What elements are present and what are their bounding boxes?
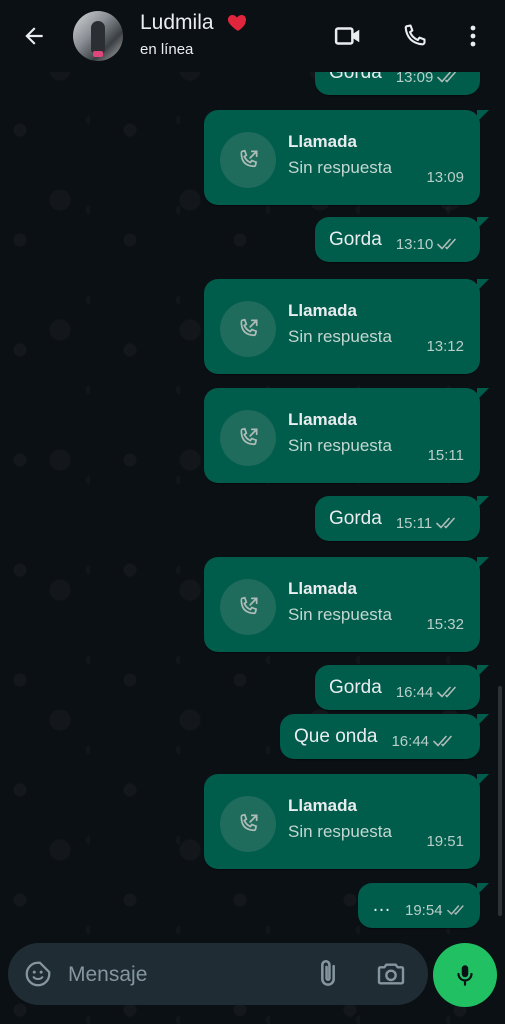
call-title: Llamada (288, 579, 357, 598)
message-time: 16:44 (395, 684, 434, 701)
missed-call-bubble[interactable]: Llamada Sin respuesta 19:51 (204, 774, 489, 869)
sticker-emoji-icon[interactable] (23, 959, 53, 989)
contact-name[interactable]: Ludmila (140, 11, 214, 35)
attach-icon[interactable] (311, 957, 345, 991)
outgoing-call-icon (220, 796, 276, 852)
call-status: Sin respuesta (288, 605, 392, 624)
message-composer (8, 943, 428, 1005)
mic-icon (457, 965, 473, 986)
call-title: Llamada (288, 410, 357, 429)
double-check-icon (437, 686, 457, 697)
text-message-bubble[interactable]: Que onda 16:44 (280, 714, 489, 759)
message-time: 15:32 (426, 616, 464, 633)
text-message-bubble[interactable]: Gorda 16:44 (315, 665, 489, 710)
missed-call-bubble[interactable]: Llamada Sin respuesta 13:09 (204, 110, 489, 205)
outgoing-call-icon (220, 579, 276, 635)
double-check-icon (437, 238, 457, 249)
call-status: Sin respuesta (288, 327, 392, 346)
message-text: … (372, 894, 391, 916)
avatar[interactable] (73, 11, 123, 61)
double-check-icon (436, 517, 456, 528)
double-check-icon (446, 904, 464, 915)
missed-call-bubble[interactable]: Llamada Sin respuesta 13:12 (204, 279, 489, 374)
message-time: 13:10 (395, 236, 434, 253)
text-message-bubble[interactable]: Gorda 15:11 (315, 496, 489, 541)
scrollbar[interactable] (498, 686, 502, 916)
text-message-bubble[interactable]: … 19:54 (358, 883, 489, 928)
missed-call-bubble[interactable]: Llamada Sin respuesta 15:32 (204, 557, 489, 652)
outgoing-call-icon (220, 301, 276, 357)
message-time: 13:12 (426, 338, 464, 355)
message-time: 15:11 (427, 447, 464, 464)
camera-icon[interactable] (375, 958, 409, 992)
message-input[interactable] (66, 957, 300, 993)
back-arrow-icon[interactable] (18, 20, 50, 52)
message-text: Que onda (294, 725, 378, 747)
mic-button[interactable] (433, 943, 497, 1007)
message-time: 13:09 (426, 169, 464, 186)
message-text: Gorda (329, 507, 382, 529)
more-vert-icon[interactable] (457, 20, 489, 52)
video-call-icon[interactable] (332, 20, 364, 52)
missed-call-bubble[interactable]: Llamada Sin respuesta 15:11 (204, 388, 489, 483)
message-time: 19:54 (405, 902, 443, 919)
online-status: en línea (140, 41, 194, 58)
double-check-icon (433, 735, 452, 746)
outgoing-call-icon (220, 132, 276, 188)
call-title: Llamada (288, 796, 357, 815)
call-title: Llamada (288, 132, 357, 151)
call-status: Sin respuesta (288, 158, 392, 177)
text-message-bubble[interactable]: Gorda 13:10 (315, 217, 489, 262)
outgoing-call-icon (220, 410, 276, 466)
chat-header: Ludmila en línea (0, 0, 505, 72)
message-time: 15:11 (395, 515, 433, 532)
voice-call-icon[interactable] (398, 20, 430, 52)
call-title: Llamada (288, 301, 357, 320)
message-text: Gorda (329, 228, 382, 250)
call-status: Sin respuesta (288, 822, 392, 841)
call-status: Sin respuesta (288, 436, 392, 455)
message-text: Gorda (329, 676, 382, 698)
heart-icon (226, 10, 250, 34)
message-time: 19:51 (426, 833, 464, 850)
message-time: 16:44 (391, 733, 430, 750)
